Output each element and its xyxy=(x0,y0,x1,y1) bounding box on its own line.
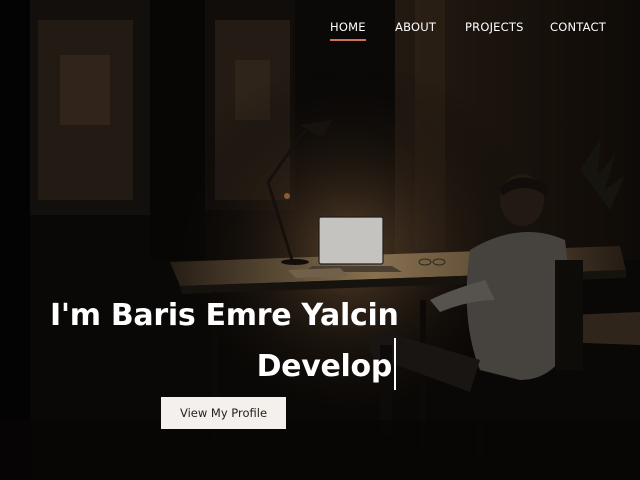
hero-headline: I'm Baris Emre Yalcin Develop xyxy=(50,296,399,390)
nav-link-projects[interactable]: PROJECTS xyxy=(465,20,524,34)
typed-role-text: Develop xyxy=(256,349,393,384)
nav-link-home[interactable]: HOME xyxy=(330,20,366,41)
hero-background-image xyxy=(0,0,640,480)
typing-cursor xyxy=(394,338,396,390)
nav-link-contact[interactable]: CONTACT xyxy=(550,20,606,34)
headline-name-line: I'm Baris Emre Yalcin xyxy=(50,298,399,333)
headline-typed-line: Develop xyxy=(50,338,396,390)
main-navigation: HOME ABOUT PROJECTS CONTACT xyxy=(0,0,640,56)
view-profile-button[interactable]: View My Profile xyxy=(161,397,286,429)
nav-link-about[interactable]: ABOUT xyxy=(395,20,436,34)
hero-section: HOME ABOUT PROJECTS CONTACT I'm Baris Em… xyxy=(0,0,640,480)
